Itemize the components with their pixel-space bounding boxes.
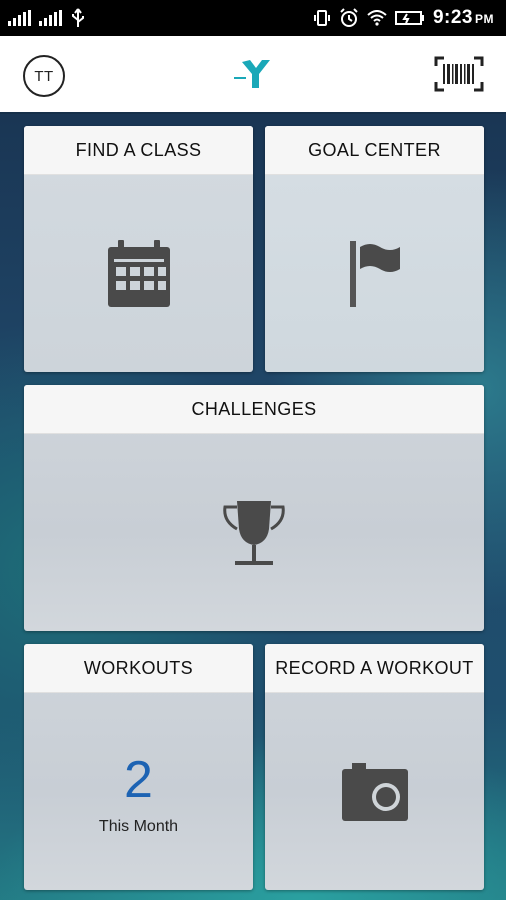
find-class-tile[interactable]: FIND A CLASS [24,126,253,372]
record-workout-tile[interactable]: RECORD A WORKOUT [265,644,484,890]
goal-center-body [265,175,484,372]
app-bar: TT [0,36,506,114]
status-bar: 9:23 PM [0,0,506,36]
avatar-initials: TT [34,67,54,85]
barcode-icon[interactable] [434,56,484,92]
camera-icon [341,762,408,821]
trophy-icon [223,500,285,565]
usb-icon [72,8,84,27]
alarm-icon [340,8,358,27]
goal-center-tile[interactable]: GOAL CENTER [265,126,484,372]
flag-icon [349,240,400,307]
signal-icon [8,10,31,26]
goal-center-title: GOAL CENTER [265,126,484,175]
workouts-tile[interactable]: WORKOUTS 2 This Month [24,644,253,890]
workouts-title: WORKOUTS [24,644,253,693]
challenges-body [24,434,484,631]
battery-icon [394,11,424,25]
status-time: 9:23 PM [433,7,494,29]
find-class-title: FIND A CLASS [24,126,253,175]
record-workout-body [265,693,484,890]
status-left [8,8,86,28]
calendar-icon [107,239,170,307]
ampm-text: PM [475,12,494,26]
wifi-icon [367,10,387,26]
status-right: 9:23 PM [313,7,494,29]
challenges-title: CHALLENGES [24,385,484,434]
record-workout-title: RECORD A WORKOUT [265,644,484,693]
avatar-button[interactable]: TT [23,55,65,97]
ymca-logo-icon [234,60,270,88]
workouts-count-label: This Month [98,817,179,835]
challenges-tile[interactable]: CHALLENGES [24,385,484,631]
workouts-body: 2 This Month [24,693,253,890]
workouts-count: 2 [124,750,153,809]
signal-icon-2 [39,10,62,26]
vibrate-icon [313,10,330,26]
time-text: 9:23 [432,7,473,28]
find-class-body [24,175,253,372]
